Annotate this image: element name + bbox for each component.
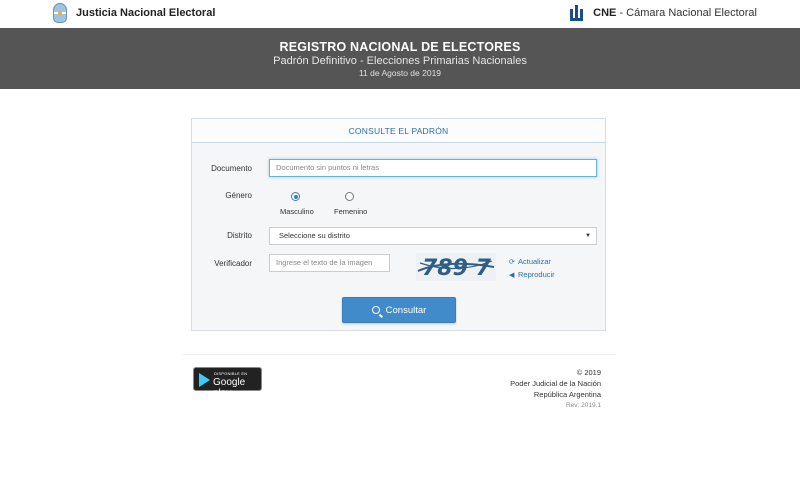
captcha-links: ⟳ Actualizar ◀ Reproducir [509, 256, 555, 282]
consultar-label: Consultar [385, 304, 427, 316]
consultar-button[interactable]: Consultar [342, 297, 456, 323]
search-icon [371, 306, 380, 314]
panel-heading: CONSULTE EL PADRÓN [192, 119, 605, 143]
brand-left[interactable]: Justicia Nacional Electoral [53, 3, 215, 23]
radio-femenino-label[interactable]: Femenino [334, 207, 367, 216]
verificador-label: Verificador [214, 259, 252, 268]
argentina-seal-icon [53, 3, 67, 23]
genero-label: Género [225, 191, 252, 200]
reproducir-link[interactable]: ◀ Reproducir [509, 269, 555, 282]
captcha-image: 789 7 [416, 253, 496, 281]
actualizar-link[interactable]: ⟳ Actualizar [509, 256, 555, 269]
election-date: 11 de Agosto de 2019 [358, 68, 442, 78]
reproducir-label: Reproducir [518, 270, 555, 279]
refresh-icon: ⟳ [509, 259, 515, 266]
brand-right-bold: CNE [593, 7, 617, 19]
brand-left-name: Justicia Nacional Electoral [76, 7, 216, 19]
actualizar-label: Actualizar [518, 257, 551, 266]
radio-masculino-label[interactable]: Masculino [280, 207, 314, 216]
page-subtitle: Padrón Definitivo - Elecciones Primarias… [273, 55, 527, 67]
chevron-down-icon: ▼ [585, 233, 591, 239]
cne-logo-icon [570, 5, 586, 21]
brand-right-text: CNE - Cámara Nacional Electoral [593, 7, 757, 19]
speaker-icon: ◀ [509, 272, 515, 279]
gplay-small-text: DISPONIBLE EN [214, 371, 248, 376]
documento-input[interactable]: Documento sin puntos ni letras [269, 159, 597, 177]
copyright: © 2019 [576, 368, 601, 377]
documento-label: Documento [211, 164, 252, 173]
google-play-badge[interactable]: DISPONIBLE EN Google play [193, 367, 262, 399]
footer-info: © 2019 Poder Judicial de la Nación Repúb… [510, 367, 601, 411]
header-band: REGISTRO NACIONAL DE ELECTORES Padrón De… [0, 28, 800, 89]
page-title: REGISTRO NACIONAL DE ELECTORES [279, 40, 521, 54]
consult-panel: CONSULTE EL PADRÓN Documento Documento s… [191, 118, 606, 331]
footer-country: República Argentina [533, 390, 601, 399]
verificador-input[interactable]: Ingrese el texto de la imagen [269, 254, 390, 272]
gplay-big-text: Google play [213, 377, 246, 399]
footer-rev: Rev: 2019.1 [565, 402, 601, 409]
radio-femenino[interactable] [345, 192, 354, 201]
brand-right-rest: - Cámara Nacional Electoral [616, 7, 757, 19]
distrito-label: Distrito [227, 231, 252, 240]
brand-right[interactable]: CNE - Cámara Nacional Electoral [570, 5, 757, 21]
radio-masculino[interactable] [291, 192, 300, 201]
captcha-graphic: 789 7 [417, 256, 495, 281]
footer-org: Poder Judicial de la Nación [510, 379, 601, 388]
top-bar: Justicia Nacional Electoral CNE - Cámara… [0, 0, 800, 28]
distrito-select-value: Seleccione su distrito [279, 231, 350, 240]
distrito-select[interactable]: Seleccione su distrito ▼ [269, 227, 597, 245]
footer-divider [183, 354, 616, 355]
google-play-icon [199, 373, 210, 387]
